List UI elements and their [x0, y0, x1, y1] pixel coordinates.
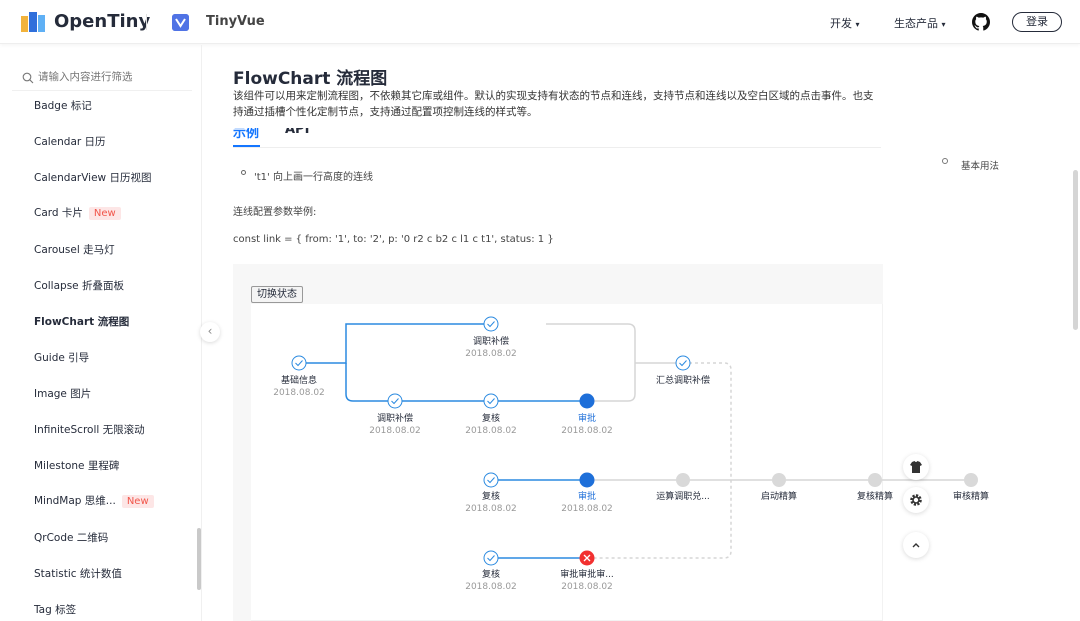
flow-node-base-info[interactable] [291, 355, 307, 371]
flow-node-audit-actuarial[interactable] [964, 473, 978, 487]
flow-node-start-actuarial[interactable] [772, 473, 786, 487]
flow-node-calc[interactable] [676, 473, 690, 487]
node-label: 审批审批审... [560, 568, 614, 580]
node-label: 运算调职兑... [656, 490, 710, 502]
flow-node-approve1[interactable] [579, 393, 595, 409]
node-date: 2018.08.02 [561, 504, 613, 514]
node-label: 基础信息 [281, 374, 317, 386]
anchor-link-basic-usage[interactable]: 基本用法 [961, 158, 999, 172]
node-date: 2018.08.02 [465, 349, 517, 359]
node-date: 2018.08.02 [369, 426, 421, 436]
link-base-to-comp1[interactable] [306, 323, 485, 364]
flow-node-comp1[interactable] [483, 316, 499, 332]
node-label: 审批 [578, 412, 596, 424]
gear-icon [910, 494, 922, 506]
flow-node-review-actuarial[interactable] [868, 473, 882, 487]
theme-button[interactable] [903, 454, 929, 480]
shirt-icon [910, 461, 922, 473]
link-base-to-comp2[interactable] [345, 363, 388, 402]
flow-node-comp2[interactable] [387, 393, 403, 409]
flow-node-approve3-error[interactable] [579, 550, 595, 566]
node-label: 复核 [482, 412, 500, 424]
flow-node-approve2[interactable] [579, 472, 595, 488]
settings-button[interactable] [903, 487, 929, 513]
flow-node-review2[interactable] [483, 472, 499, 488]
node-label: 汇总调职补偿 [656, 374, 710, 386]
link-summary-to-third-row[interactable] [594, 362, 732, 559]
flowchart-diagram: 基础信息 2018.08.02 调职补偿 2018.08.02 调职补偿 201… [273, 316, 989, 592]
node-label: 审核精算 [953, 490, 989, 502]
node-label: 复核 [482, 490, 500, 502]
node-label: 复核精算 [857, 490, 893, 502]
flow-node-review3[interactable] [483, 550, 499, 566]
node-date: 2018.08.02 [561, 582, 613, 592]
node-date: 2018.08.02 [273, 388, 325, 398]
node-date: 2018.08.02 [465, 426, 517, 436]
anchor-bullet-icon [942, 158, 948, 164]
chevron-up-icon [912, 543, 920, 548]
node-date: 2018.08.02 [465, 504, 517, 514]
flow-node-summary[interactable] [675, 355, 691, 371]
node-label: 复核 [482, 568, 500, 580]
page-scrollbar[interactable] [1073, 170, 1078, 330]
flow-node-review1[interactable] [483, 393, 499, 409]
back-to-top-button[interactable] [903, 532, 929, 558]
node-date: 2018.08.02 [465, 582, 517, 592]
node-date: 2018.08.02 [561, 426, 613, 436]
link-comp1-to-approve[interactable] [546, 323, 636, 402]
node-label: 启动精算 [761, 490, 797, 502]
node-label: 调职补偿 [473, 335, 509, 347]
node-label: 审批 [578, 490, 596, 502]
node-label: 调职补偿 [377, 412, 413, 424]
